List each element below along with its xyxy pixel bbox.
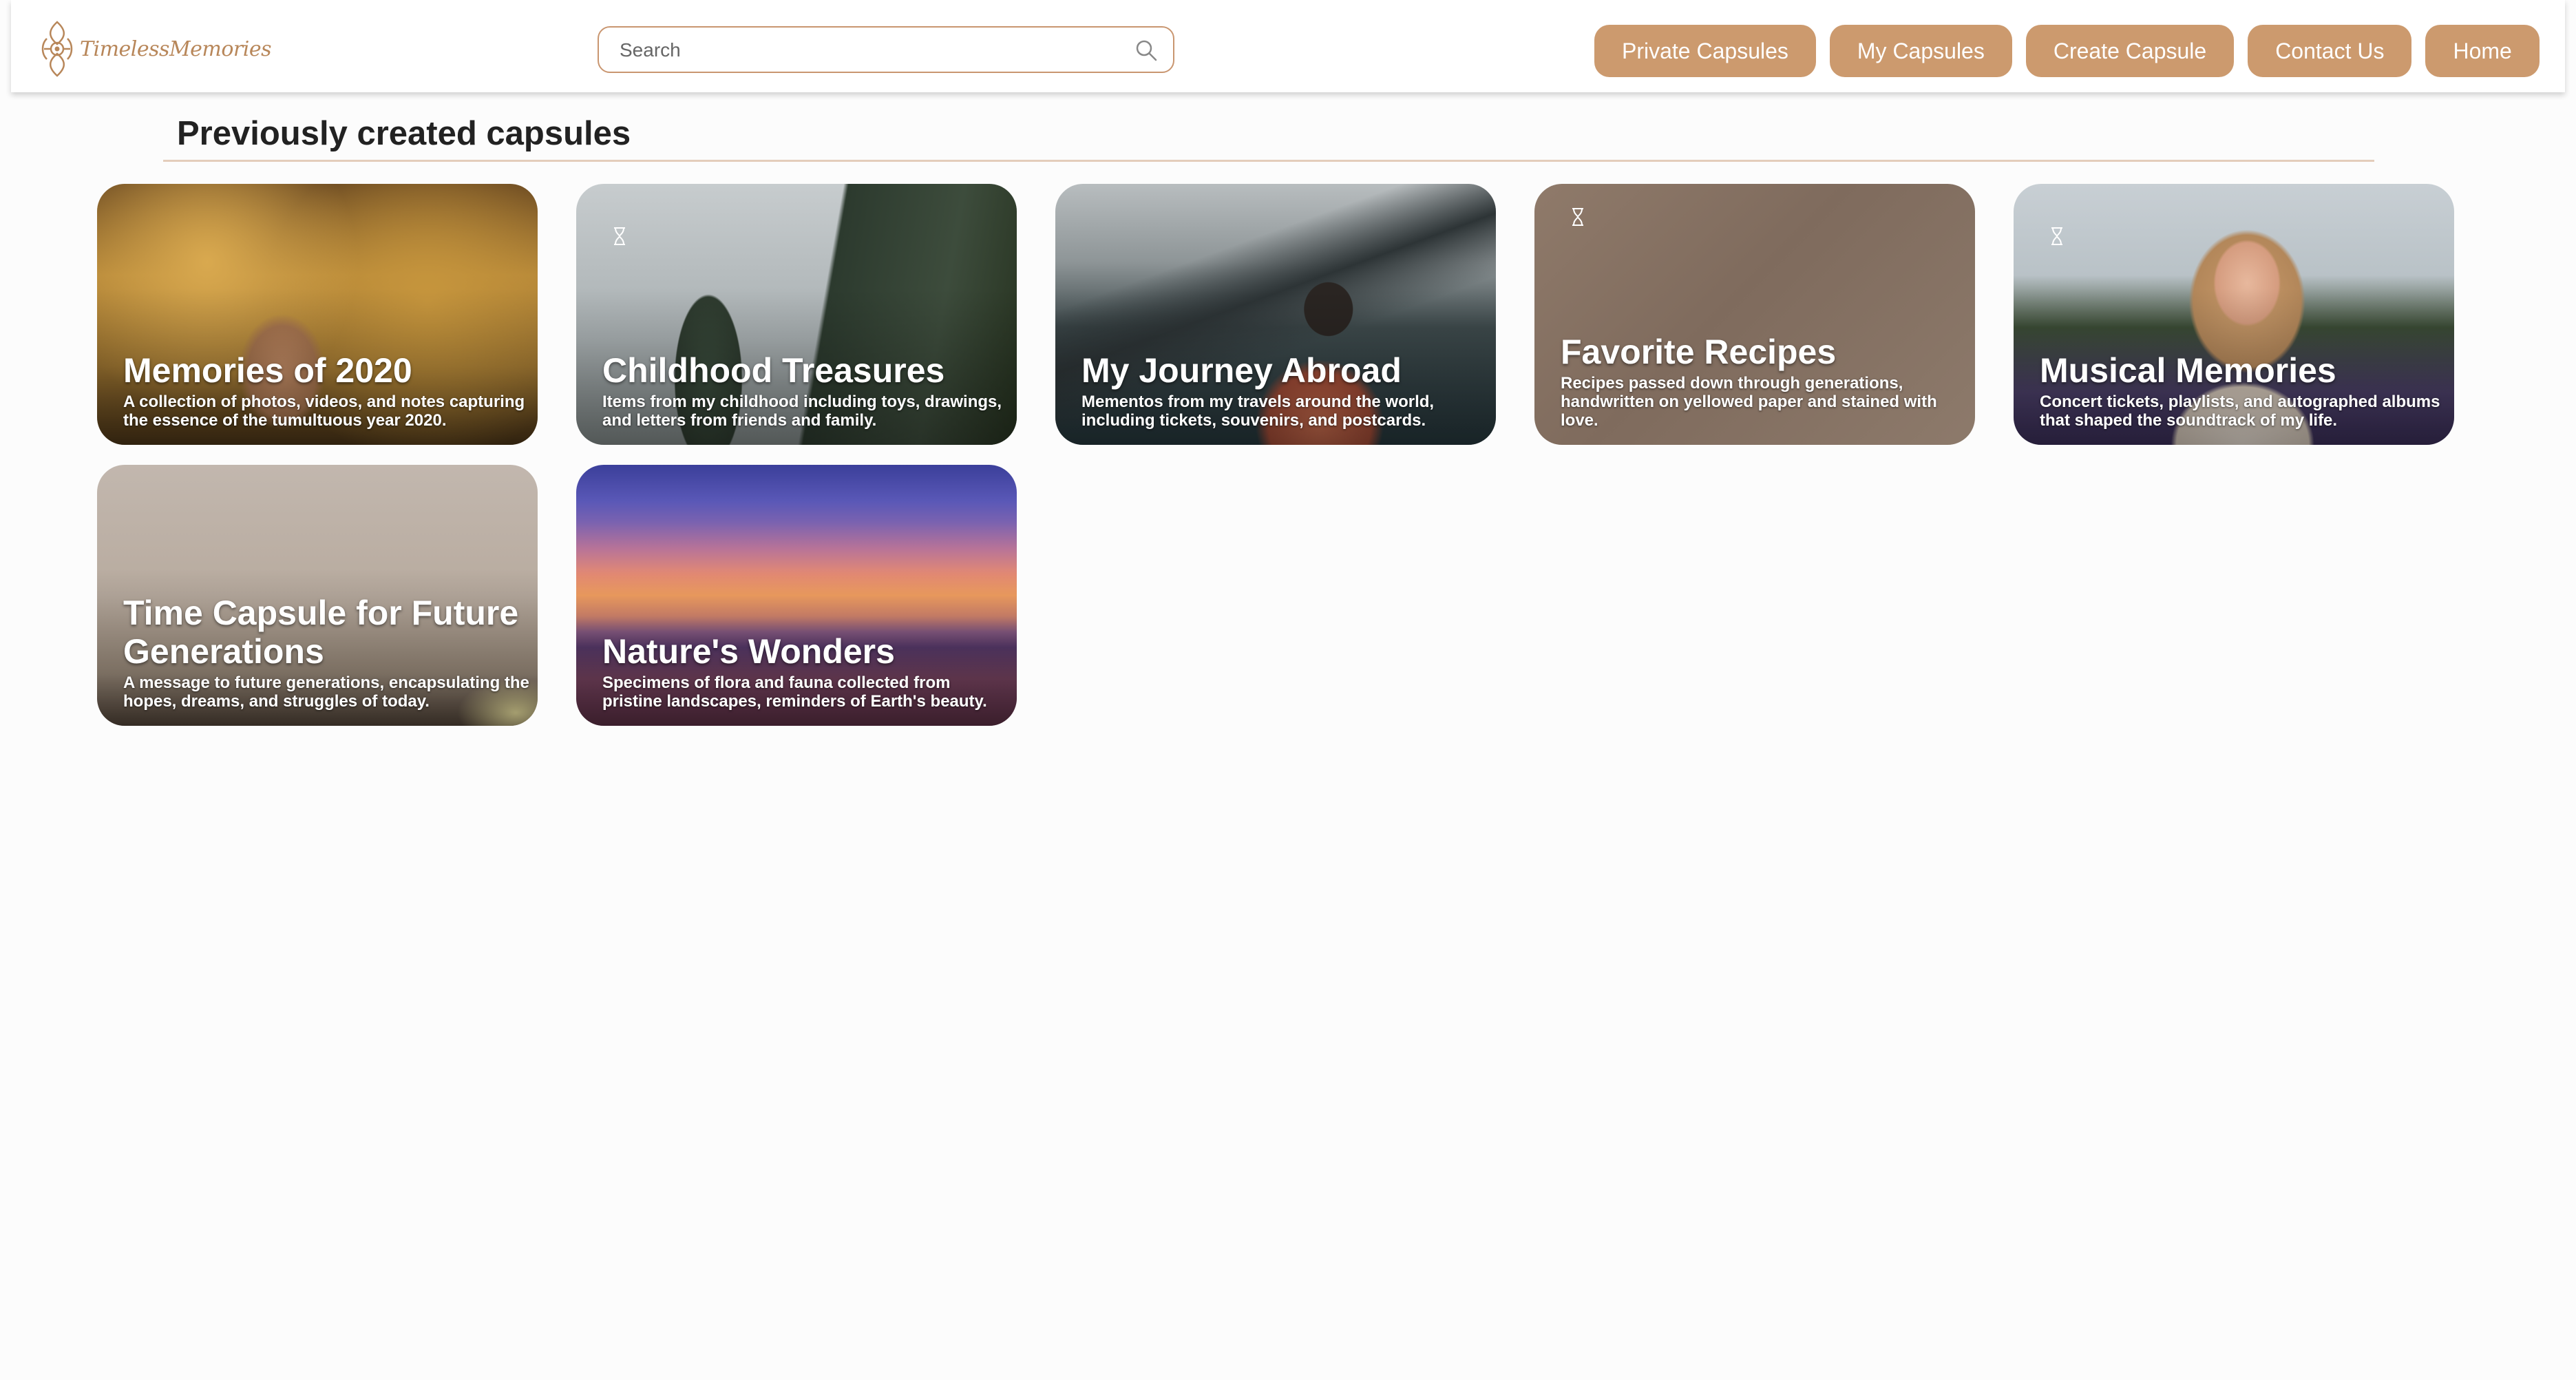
capsule-description: Mementos from my travels around the worl… bbox=[1081, 393, 1435, 430]
capsule-card[interactable]: Time Capsule for Future Generations A me… bbox=[97, 465, 538, 726]
capsule-title: My Journey Abroad bbox=[1081, 351, 1402, 390]
home-button[interactable]: Home bbox=[2425, 25, 2540, 77]
top-navbar: TimelessMemories Private Capsules My Cap… bbox=[11, 0, 2565, 92]
capsule-title: Nature's Wonders bbox=[602, 632, 895, 671]
section-divider bbox=[163, 160, 2374, 162]
capsule-card[interactable]: Childhood Treasures Items from my childh… bbox=[576, 184, 1017, 445]
create-capsule-button[interactable]: Create Capsule bbox=[2025, 25, 2235, 77]
hourglass-icon bbox=[614, 227, 625, 245]
capsule-description: Items from my childhood including toys, … bbox=[602, 393, 1002, 430]
capsule-description: Specimens of flora and fauna collected f… bbox=[602, 673, 987, 711]
search-icon[interactable] bbox=[1134, 39, 1158, 62]
main-nav: Private Capsules My Capsules Create Caps… bbox=[1594, 25, 2540, 77]
search-input[interactable] bbox=[618, 28, 1130, 73]
capsule-card[interactable]: Favorite Recipes Recipes passed down thr… bbox=[1534, 184, 1975, 445]
capsule-title: Childhood Treasures bbox=[602, 351, 945, 390]
page: TimelessMemories Private Capsules My Cap… bbox=[0, 0, 2576, 1380]
capsule-card[interactable]: Musical Memories Concert tickets, playli… bbox=[2014, 184, 2454, 445]
section-title: Previously created capsules bbox=[177, 115, 631, 152]
capsule-card[interactable]: Memories of 2020 A collection of photos,… bbox=[97, 184, 538, 445]
private-capsules-button[interactable]: Private Capsules bbox=[1594, 25, 1816, 77]
brand-name: TimelessMemories bbox=[80, 36, 272, 61]
brand-logo[interactable]: TimelessMemories bbox=[37, 19, 272, 79]
logo-icon bbox=[41, 21, 73, 77]
capsule-title: Time Capsule for Future Generations bbox=[123, 594, 519, 671]
my-capsules-button[interactable]: My Capsules bbox=[1829, 25, 2012, 77]
capsule-card[interactable]: Nature's Wonders Specimens of flora and … bbox=[576, 465, 1017, 726]
capsule-description: Concert tickets, playlists, and autograp… bbox=[2040, 393, 2440, 430]
capsule-description: Recipes passed down through generations,… bbox=[1561, 374, 1937, 430]
capsule-title: Memories of 2020 bbox=[123, 351, 412, 390]
capsule-card[interactable]: My Journey Abroad Mementos from my trave… bbox=[1055, 184, 1496, 445]
hourglass-icon bbox=[2051, 227, 2062, 245]
capsule-description: A message to future generations, encapsu… bbox=[123, 673, 529, 711]
search-box bbox=[598, 26, 1174, 73]
capsule-title: Favorite Recipes bbox=[1561, 333, 1837, 371]
capsule-description: A collection of photos, videos, and note… bbox=[123, 393, 525, 430]
capsule-title: Musical Memories bbox=[2040, 351, 2336, 390]
contact-us-button[interactable]: Contact Us bbox=[2248, 25, 2412, 77]
hourglass-icon bbox=[1572, 208, 1583, 226]
